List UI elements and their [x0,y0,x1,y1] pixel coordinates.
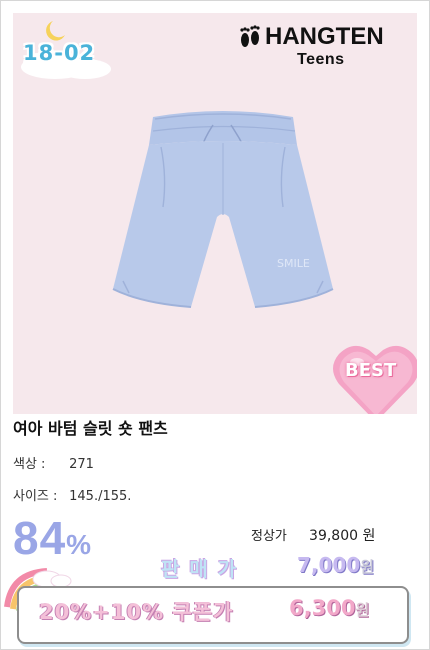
discount-rate: 84% [13,511,92,565]
product-title[interactable]: 여아 바텀 슬릿 숏 팬츠 [13,415,168,439]
best-badge: BEST [331,338,417,414]
color-row: 색상 : 271 [13,453,94,472]
footprints-icon [240,25,260,47]
best-label: BEST [345,360,397,381]
shorts-image: SMILE [112,111,334,308]
product-code: 18-02 [23,41,96,65]
regular-price: 39,800 원 [309,528,376,544]
regular-price-label: 정상가 [251,529,287,544]
coupon-price-unit: 원 [355,601,370,619]
sale-price-row: 판매가 7,000원 [155,553,415,583]
coupon-label: 20%+10% 쿠폰가 [39,600,234,624]
size-value: 145./155. [69,489,132,504]
brand-logo: HANGTEN Teens [237,23,407,79]
sale-price-label: 판매가 [161,557,247,581]
brand-name: HANGTEN [265,23,384,50]
discount-symbol: % [66,529,93,560]
brand-subline: Teens [297,51,345,68]
coupon-price-value: 6,300 [289,596,356,620]
discount-number: 84 [13,512,67,564]
sale-price: 7,000원 [297,553,374,577]
coupon-price: 6,300원 [289,596,369,620]
product-card[interactable]: 18-02 HANGTEN Teens SMILE BEST 여아 바텀 슬릿 … [0,0,430,650]
color-value: 271 [69,457,94,472]
size-row: 사이즈 : 145./155. [13,485,131,504]
color-label: 색상 : [13,457,46,472]
regular-price-row: 정상가 39,800 원 [251,525,375,545]
shorts-embroidery: SMILE [277,257,310,270]
sale-price-unit: 원 [360,558,375,576]
sale-price-value: 7,000 [297,553,361,577]
code-badge: 18-02 [15,19,125,83]
product-image[interactable]: 18-02 HANGTEN Teens SMILE BEST [13,13,417,414]
coupon-price-box[interactable]: 20%+10% 쿠폰가 6,300원 [17,586,409,644]
size-label: 사이즈 : [13,489,58,504]
